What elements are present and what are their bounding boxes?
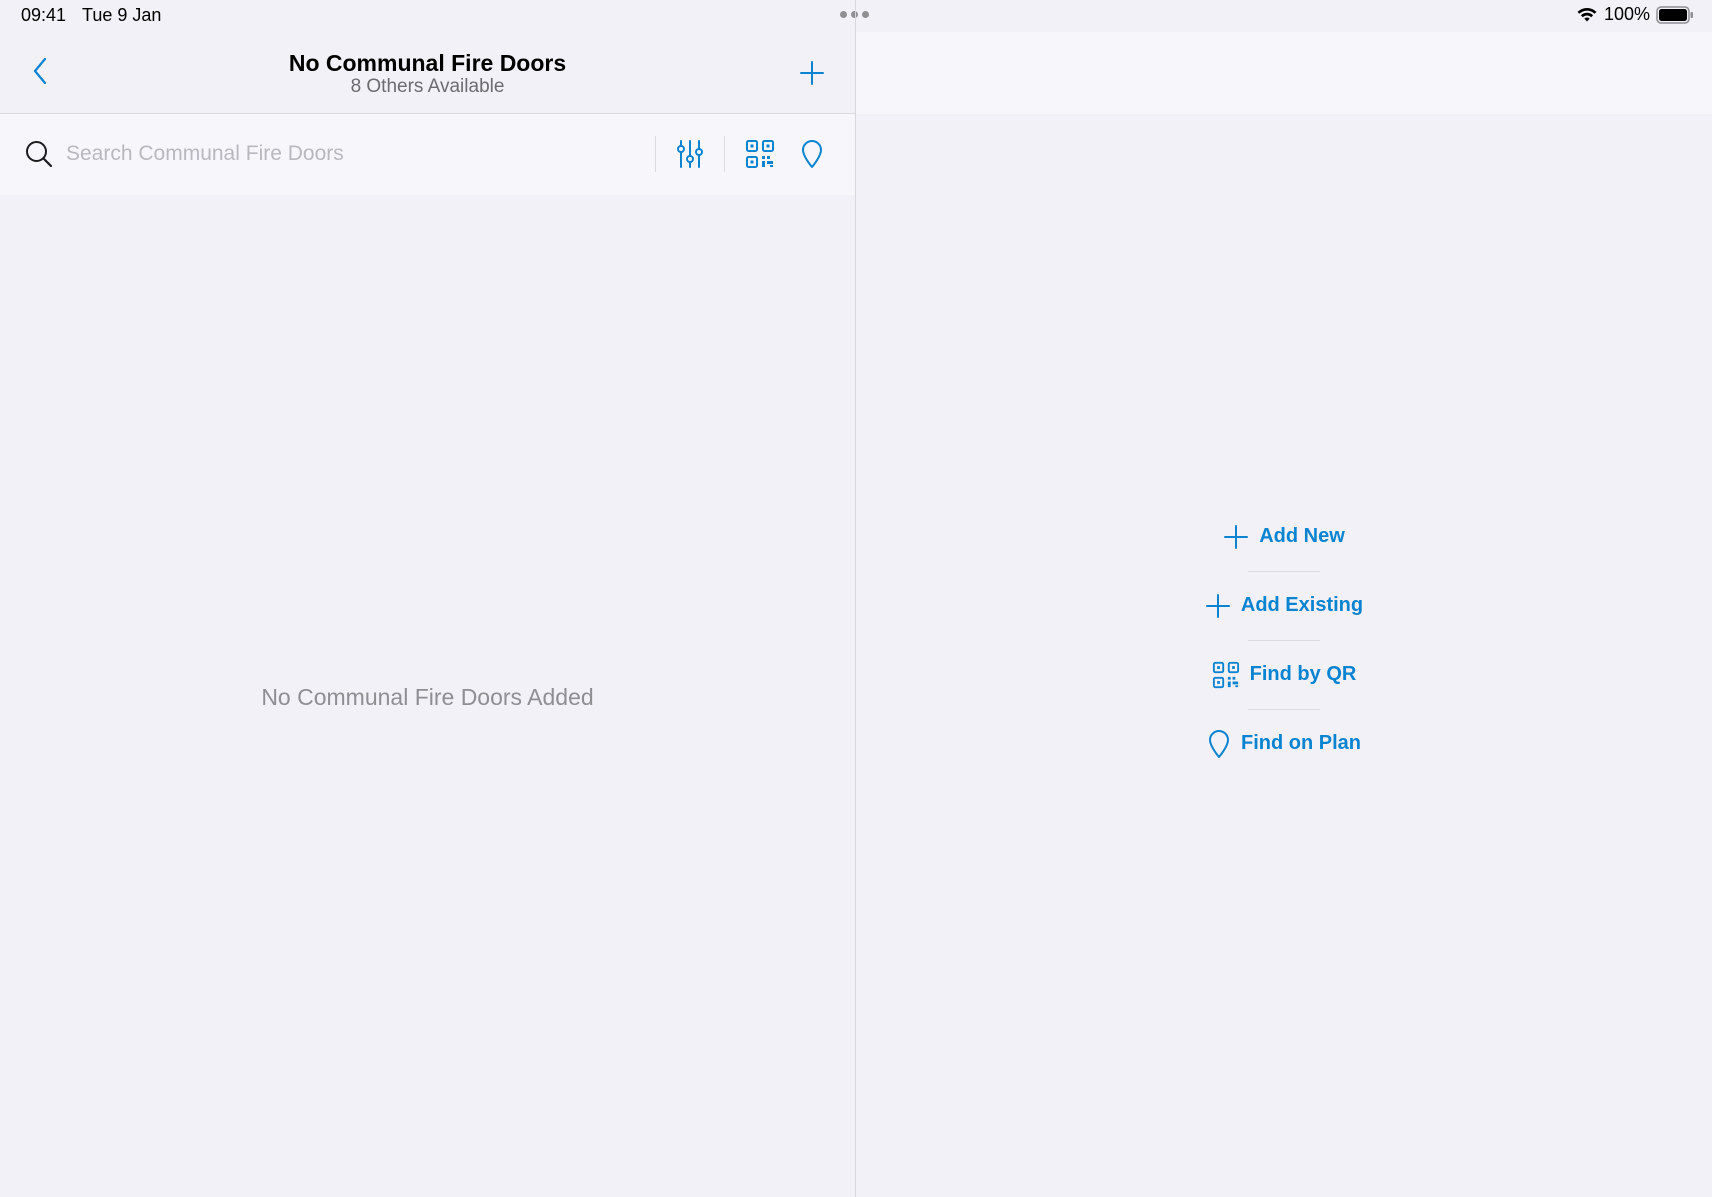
plus-icon [1224,524,1249,549]
empty-state-message: No Communal Fire Doors Added [261,684,594,710]
empty-actions-list: Add New Add Existing Find by QR Find on … [856,502,1712,778]
list-pane: No Communal Fire Doors 8 Others Availabl… [0,0,855,1197]
action-row-add-existing: Add Existing [856,571,1712,640]
sliders-icon [677,140,703,168]
map-pin-icon [1209,729,1229,758]
qr-code-icon [746,140,774,168]
search-icon [26,141,53,168]
navigation-header: No Communal Fire Doors 8 Others Availabl… [0,32,855,114]
filter-button[interactable] [674,138,706,170]
action-row-find-by-qr: Find by QR [856,640,1712,709]
detail-header [856,32,1712,114]
toolbar-divider [724,136,725,172]
add-new-button[interactable]: Add New [1223,524,1345,550]
page-subtitle: 8 Others Available [350,76,505,97]
plus-icon [800,61,824,85]
search-bar [0,114,855,195]
action-row-add-new: Add New [856,502,1712,571]
find-by-qr-label: Find by QR [1249,663,1357,685]
find-by-qr-button[interactable]: Find by QR [1212,661,1357,689]
toolbar-divider [655,136,656,172]
add-existing-label: Add Existing [1240,594,1364,616]
page-title: No Communal Fire Doors [288,50,567,76]
find-on-plan-label: Find on Plan [1241,732,1361,754]
add-existing-button[interactable]: Add Existing [1205,593,1363,619]
add-new-label: Add New [1259,525,1345,547]
find-on-plan-button[interactable] [796,138,828,170]
search-input[interactable] [66,136,626,172]
add-button[interactable] [797,58,827,88]
plus-icon [1205,593,1230,618]
qr-scan-button[interactable] [744,138,776,170]
map-pin-icon [802,140,822,168]
find-on-plan-action-button[interactable]: Find on Plan [1207,729,1361,759]
qr-code-icon [1212,661,1239,688]
action-row-find-on-plan: Find on Plan [856,709,1712,778]
detail-pane: Add New Add Existing Find by QR Find on … [856,0,1712,1197]
